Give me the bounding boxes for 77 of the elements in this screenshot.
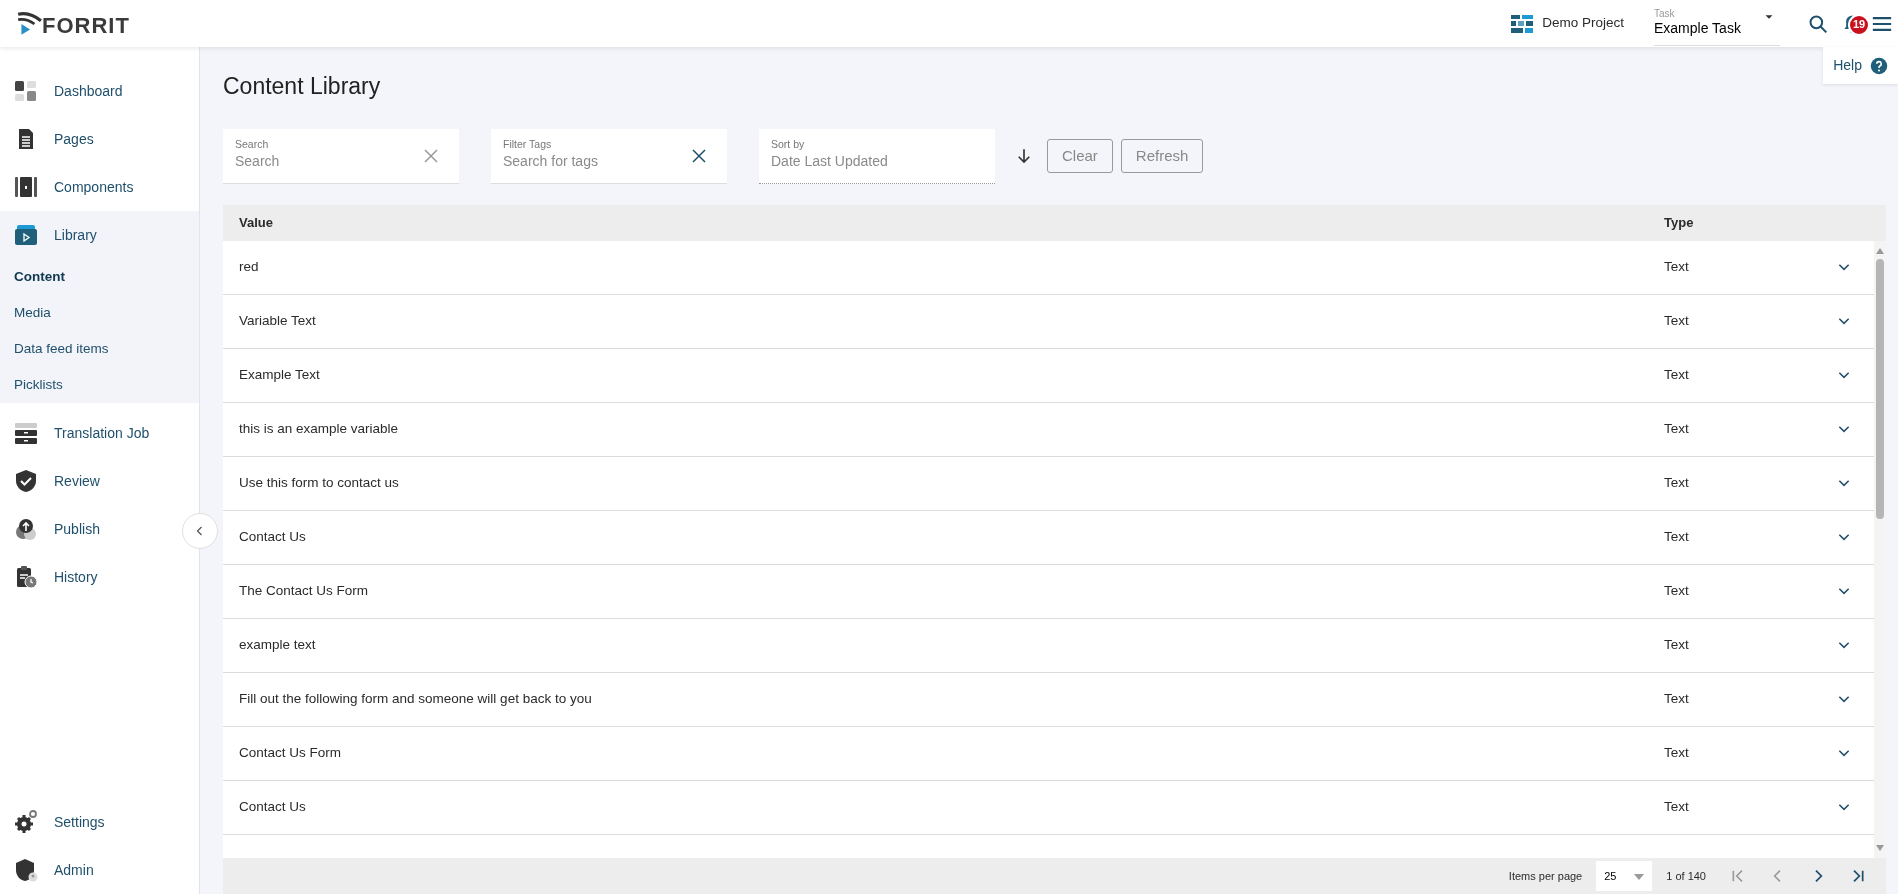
page-range: 1 of 140 bbox=[1666, 868, 1706, 884]
help-icon bbox=[1870, 56, 1888, 75]
search-field[interactable]: Filter Tags Search for tags bbox=[491, 128, 727, 184]
table-cell: Text bbox=[1664, 582, 1689, 598]
project-name: Demo Project bbox=[1542, 14, 1624, 33]
per-page-select[interactable]: 25 bbox=[1596, 861, 1653, 891]
caret-icon bbox=[1634, 873, 1645, 880]
table-cell: Variable Text bbox=[239, 312, 316, 328]
arrow-down-icon bbox=[1015, 147, 1033, 166]
table-cell: Text bbox=[1664, 258, 1689, 274]
sidebar-item[interactable]: Review bbox=[0, 457, 114, 505]
scroll-down-icon[interactable] bbox=[1875, 844, 1885, 852]
table-cell: Text bbox=[1664, 366, 1689, 382]
drawer-icon bbox=[14, 421, 38, 445]
table-cell: this is an example variable bbox=[239, 420, 399, 436]
sidebar-subitem[interactable]: Media bbox=[0, 295, 65, 331]
sidebar-item[interactable]: Translation Job bbox=[0, 409, 164, 457]
logo-icon bbox=[16, 10, 42, 37]
dashboard-icon bbox=[14, 79, 38, 103]
gear-icon bbox=[14, 810, 38, 834]
table-cell: example text bbox=[239, 636, 316, 652]
search-icon bbox=[1808, 13, 1828, 34]
scrollbar[interactable] bbox=[1874, 240, 1886, 858]
table-cell: Example Text bbox=[239, 366, 320, 382]
table-cell: Contact Us bbox=[239, 528, 306, 544]
sidebar-item[interactable]: Admin bbox=[0, 846, 108, 894]
task-value: Example Task bbox=[1654, 19, 1741, 38]
table-cell: Text bbox=[1664, 636, 1689, 652]
sort-input[interactable]: Date Last Updated bbox=[771, 150, 941, 172]
sidebar-subitem[interactable]: Picklists bbox=[0, 367, 77, 403]
search-input[interactable]: Search bbox=[235, 150, 405, 172]
components-icon bbox=[14, 175, 38, 199]
library-icon bbox=[14, 223, 38, 247]
field-label: Filter Tags bbox=[503, 139, 552, 151]
sidebar-subitem[interactable]: Content bbox=[0, 259, 79, 295]
help-button[interactable]: Help bbox=[1823, 47, 1898, 84]
clear-icon[interactable] bbox=[691, 147, 707, 164]
task-label: Task bbox=[1654, 8, 1675, 20]
notifications-button[interactable]: 19 bbox=[1836, 3, 1868, 44]
table-cell: Text bbox=[1664, 474, 1689, 490]
menu-icon bbox=[1872, 14, 1892, 33]
table-cell: Text bbox=[1664, 798, 1689, 814]
table-cell: red bbox=[239, 258, 259, 274]
field-label: Sort by bbox=[771, 139, 805, 151]
sidebar-item[interactable]: Settings bbox=[0, 798, 119, 846]
notification-count: 19 bbox=[1848, 13, 1870, 36]
items-per-page-label: Items per page bbox=[1508, 868, 1583, 884]
column-header: Type bbox=[1664, 214, 1694, 230]
table-cell: Contact Us bbox=[239, 798, 306, 814]
table-cell: Use this form to contact us bbox=[239, 474, 399, 490]
publish-icon bbox=[14, 517, 38, 541]
table-cell: Text bbox=[1664, 690, 1689, 706]
column-header: Value bbox=[239, 214, 273, 230]
table-cell: Text bbox=[1664, 312, 1689, 328]
table-cell: Fill out the following form and someone will get back to you bbox=[239, 690, 592, 706]
field-label: Search bbox=[235, 139, 269, 151]
sidebar-item[interactable]: Publish bbox=[0, 505, 114, 553]
search-field[interactable]: Search Search bbox=[223, 128, 459, 184]
sidebar-subitem[interactable]: Data feed items bbox=[0, 331, 123, 367]
shield-user-icon bbox=[14, 858, 38, 882]
sidebar-item[interactable]: Library bbox=[0, 211, 111, 259]
logo-text: FORRIT bbox=[42, 14, 130, 37]
table-cell: Text bbox=[1664, 420, 1689, 436]
sort-select[interactable]: Sort by Date Last Updated bbox=[759, 128, 995, 184]
shield-check-icon bbox=[14, 469, 38, 493]
sidebar-item[interactable]: Components bbox=[0, 163, 148, 211]
sidebar-item[interactable]: History bbox=[0, 553, 112, 601]
search-input[interactable]: Search for tags bbox=[503, 150, 673, 172]
table-cell: Text bbox=[1664, 744, 1689, 760]
table-cell: Contact Us Form bbox=[239, 744, 342, 760]
clipboard-clock-icon bbox=[14, 565, 38, 589]
sidebar-item[interactable]: Dashboard bbox=[0, 67, 137, 115]
sidebar-item[interactable]: Pages bbox=[0, 115, 108, 163]
table-cell: The Contact Us Form bbox=[239, 582, 369, 598]
page-title: Content Library bbox=[223, 73, 382, 101]
scroll-up-icon[interactable] bbox=[1875, 246, 1885, 255]
table-cell: Text bbox=[1664, 528, 1689, 544]
